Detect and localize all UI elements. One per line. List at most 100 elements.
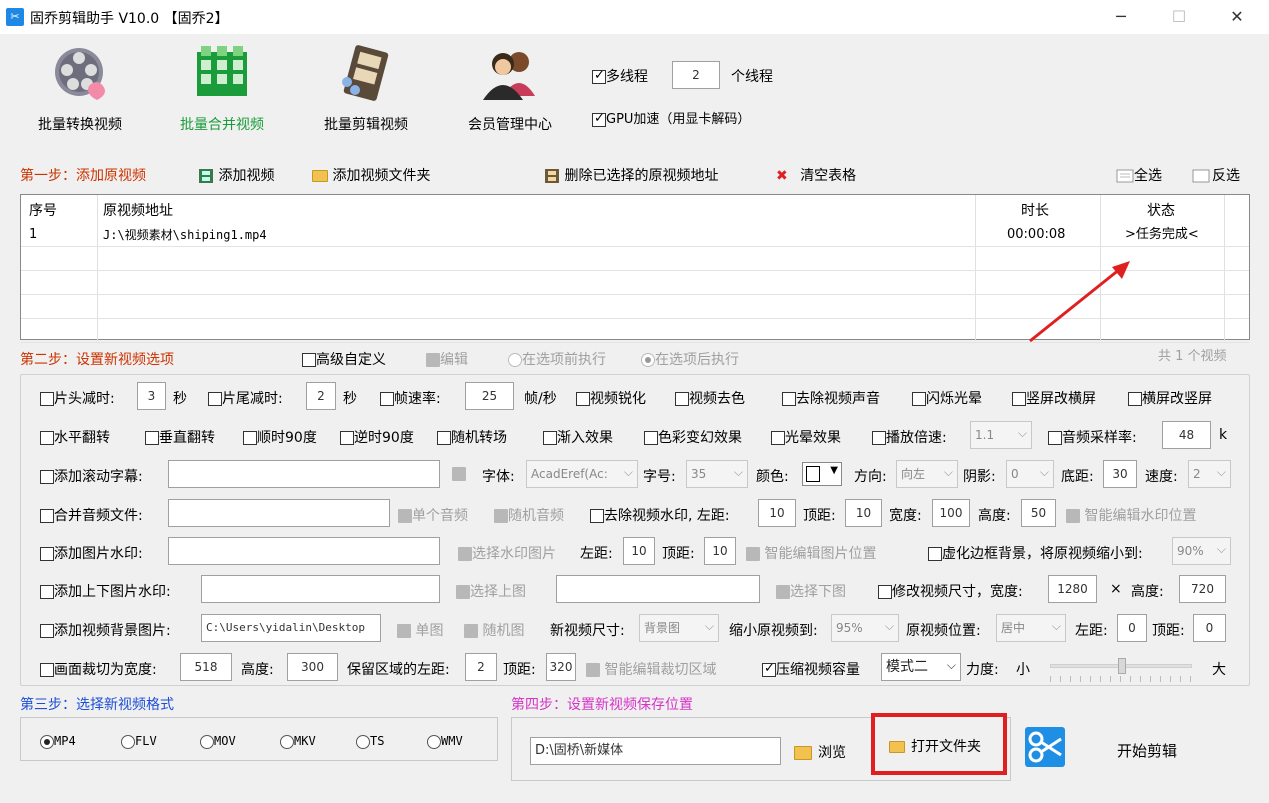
table-row[interactable]: 1 J:\视频素材\shiping1.mp4 00:00:08 >任务完成< bbox=[21, 223, 1249, 247]
text-edit-icon[interactable] bbox=[452, 467, 466, 481]
keep-left-input[interactable]: 2 bbox=[465, 653, 497, 681]
decolor-option[interactable]: 视频去色 bbox=[675, 388, 745, 408]
resize-checkbox[interactable] bbox=[878, 585, 892, 599]
color-effect-checkbox[interactable] bbox=[644, 431, 658, 445]
smart-watermark-button[interactable]: 智能编辑水印位置 bbox=[1066, 505, 1196, 525]
crop-top-input[interactable]: 320 bbox=[546, 653, 576, 681]
multithread-option[interactable]: 多线程 bbox=[592, 66, 648, 86]
bg-image-input[interactable]: C:\Users\yidalin\Desktop bbox=[201, 614, 381, 642]
fade-option[interactable]: 渐入效果 bbox=[543, 427, 613, 447]
smart-image-button[interactable]: 智能编辑图片位置 bbox=[746, 543, 876, 563]
bottom-input[interactable]: 30 bbox=[1103, 460, 1137, 488]
vflip-option[interactable]: 垂直翻转 bbox=[145, 427, 215, 447]
vflip-checkbox[interactable] bbox=[145, 431, 159, 445]
sharpen-checkbox[interactable] bbox=[576, 392, 590, 406]
add-folder-button[interactable]: 添加视频文件夹 bbox=[312, 165, 430, 185]
format-mp4-option[interactable]: MP4 bbox=[40, 734, 76, 749]
browse-button[interactable]: 浏览 bbox=[794, 742, 846, 762]
after-option[interactable]: 在选项后执行 bbox=[641, 349, 739, 369]
start-edit-button[interactable]: 开始剪辑 bbox=[1117, 740, 1177, 761]
image-watermark-option[interactable]: 添加图片水印: bbox=[40, 543, 143, 563]
format-mov-option[interactable]: MOV bbox=[200, 734, 236, 749]
crop-width-input[interactable]: 518 bbox=[180, 653, 232, 681]
shadow-select[interactable]: 0 bbox=[1006, 460, 1054, 488]
head-cut-checkbox[interactable] bbox=[40, 392, 54, 406]
merge-audio-option[interactable]: 合并音频文件: bbox=[40, 505, 143, 525]
font-select[interactable]: AcadEref(Ac: bbox=[526, 460, 638, 488]
blur-border-checkbox[interactable] bbox=[928, 547, 942, 561]
watermark-image-input[interactable] bbox=[168, 537, 440, 565]
transition-checkbox[interactable] bbox=[437, 431, 451, 445]
crop-height-input[interactable]: 300 bbox=[287, 653, 338, 681]
format-ts-option[interactable]: TS bbox=[356, 734, 384, 749]
direction-select[interactable]: 向左 bbox=[896, 460, 958, 488]
add-video-button[interactable]: 添加视频 bbox=[198, 165, 274, 185]
format-flv-option[interactable]: FLV bbox=[121, 734, 157, 749]
image-watermark-checkbox[interactable] bbox=[40, 547, 54, 561]
flash-option[interactable]: 闪烁光晕 bbox=[912, 388, 982, 408]
tb-watermark-option[interactable]: 添加上下图片水印: bbox=[40, 581, 171, 601]
img-top-input[interactable]: 10 bbox=[704, 537, 736, 565]
delete-selected-button[interactable]: 删除已选择的原视频地址 bbox=[544, 165, 718, 185]
hflip-checkbox[interactable] bbox=[40, 431, 54, 445]
ccw90-option[interactable]: 逆时90度 bbox=[340, 427, 414, 447]
mute-checkbox[interactable] bbox=[782, 392, 796, 406]
format-mkv-radio[interactable] bbox=[280, 734, 294, 749]
fade-checkbox[interactable] bbox=[543, 431, 557, 445]
samplerate-checkbox[interactable] bbox=[1048, 431, 1062, 445]
ccw90-checkbox[interactable] bbox=[340, 431, 354, 445]
tail-cut-option[interactable]: 片尾减时: bbox=[208, 388, 283, 408]
top-image-input[interactable] bbox=[201, 575, 440, 603]
slider-thumb[interactable] bbox=[1118, 658, 1126, 674]
tail-cut-input[interactable]: 2 bbox=[306, 382, 336, 410]
cw90-option[interactable]: 顺时90度 bbox=[243, 427, 317, 447]
close-button[interactable]: ✕ bbox=[1222, 4, 1252, 30]
fps-checkbox[interactable] bbox=[380, 392, 394, 406]
v2h-checkbox[interactable] bbox=[1012, 392, 1026, 406]
wm-left-input[interactable]: 10 bbox=[758, 499, 796, 527]
fps-option[interactable]: 帧速率: bbox=[380, 388, 441, 408]
shrink-select[interactable]: 95% bbox=[831, 614, 899, 642]
maximize-button[interactable]: ☐ bbox=[1164, 4, 1194, 30]
start-edit-icon[interactable] bbox=[1025, 727, 1065, 767]
resize-height-input[interactable]: 720 bbox=[1179, 575, 1226, 603]
format-wmv-radio[interactable] bbox=[427, 734, 441, 749]
format-mov-radio[interactable] bbox=[200, 734, 214, 749]
choose-bottom-button[interactable]: 选择下图 bbox=[776, 581, 846, 601]
tail-cut-checkbox[interactable] bbox=[208, 392, 222, 406]
bg-top-input[interactable]: 0 bbox=[1193, 614, 1226, 642]
single-audio-button[interactable]: 单个音频 bbox=[398, 505, 468, 525]
format-ts-radio[interactable] bbox=[356, 734, 370, 749]
speed-option[interactable]: 播放倍速: bbox=[872, 427, 947, 447]
merge-audio-checkbox[interactable] bbox=[40, 509, 54, 523]
speed-select[interactable]: 1.1 bbox=[970, 421, 1032, 449]
resize-width-input[interactable]: 1280 bbox=[1048, 575, 1097, 603]
gpu-checkbox[interactable] bbox=[592, 111, 606, 127]
mode-select[interactable]: 模式二 bbox=[881, 653, 961, 681]
compress-checkbox[interactable] bbox=[762, 661, 776, 677]
edit-button[interactable]: 编辑 bbox=[426, 349, 468, 369]
wm-top-input[interactable]: 10 bbox=[845, 499, 882, 527]
cw90-checkbox[interactable] bbox=[243, 431, 257, 445]
audio-file-input[interactable] bbox=[168, 499, 390, 527]
save-path-input[interactable]: D:\固桥\新媒体 bbox=[530, 737, 781, 765]
choose-top-button[interactable]: 选择上图 bbox=[456, 581, 526, 601]
position-select[interactable]: 居中 bbox=[996, 614, 1066, 642]
transition-option[interactable]: 随机转场 bbox=[437, 427, 507, 447]
subtitle-input[interactable] bbox=[168, 460, 440, 488]
flash-checkbox[interactable] bbox=[912, 392, 926, 406]
advanced-checkbox[interactable] bbox=[302, 353, 316, 367]
sharpen-option[interactable]: 视频锐化 bbox=[576, 388, 646, 408]
force-slider[interactable] bbox=[1050, 658, 1192, 674]
random-image-button[interactable]: 随机图 bbox=[464, 620, 524, 640]
h2v-option[interactable]: 横屏改竖屏 bbox=[1128, 388, 1212, 408]
invert-selection-button[interactable]: 反选 bbox=[1192, 165, 1240, 185]
scroll-speed-select[interactable]: 2 bbox=[1188, 460, 1231, 488]
size-select[interactable]: 35 bbox=[686, 460, 748, 488]
mute-option[interactable]: 去除视频声音 bbox=[782, 388, 880, 408]
tb-watermark-checkbox[interactable] bbox=[40, 585, 54, 599]
random-audio-button[interactable]: 随机音频 bbox=[494, 505, 564, 525]
blur-scale-select[interactable]: 90% bbox=[1172, 537, 1231, 565]
format-mkv-option[interactable]: MKV bbox=[280, 734, 316, 749]
new-size-select[interactable]: 背景图 bbox=[639, 614, 719, 642]
